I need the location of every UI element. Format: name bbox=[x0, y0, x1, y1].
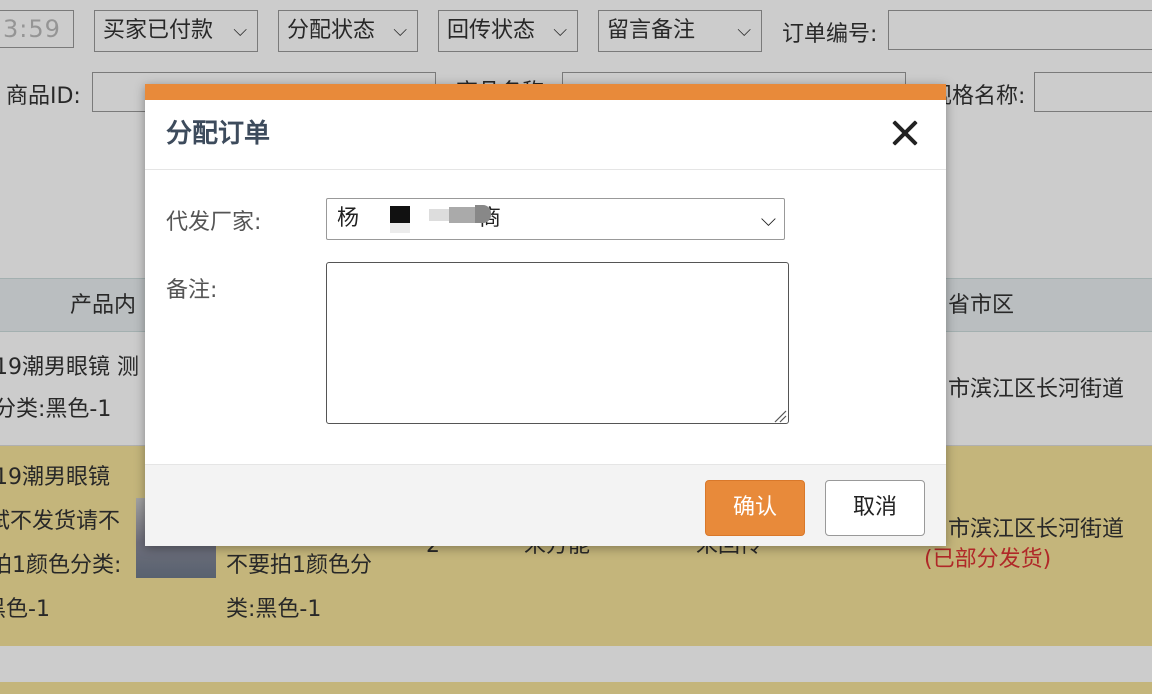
chevron-down-icon: ⌵ bbox=[760, 207, 776, 231]
manufacturer-label: 代发厂家: bbox=[166, 210, 262, 235]
resize-grip-icon[interactable] bbox=[773, 408, 787, 423]
redaction-mask bbox=[475, 205, 491, 223]
manufacturer-select[interactable]: 杨商 ⌵ bbox=[326, 198, 785, 240]
close-icon[interactable] bbox=[886, 114, 924, 152]
dialog-footer: 确认 取消 bbox=[145, 464, 946, 546]
redaction-mask bbox=[390, 206, 410, 223]
dialog-title: 分配订单 bbox=[166, 119, 271, 149]
assign-order-dialog: 分配订单 代发厂家: 杨商 ⌵ 备注: 确认 取消 bbox=[145, 84, 946, 546]
cancel-button[interactable]: 取消 bbox=[825, 480, 925, 536]
redaction-mask bbox=[449, 207, 475, 223]
dialog-accent-bar bbox=[145, 84, 946, 100]
dialog-header: 分配订单 bbox=[145, 100, 946, 170]
remark-label: 备注: bbox=[166, 278, 218, 303]
remark-textarea[interactable] bbox=[326, 262, 789, 424]
redaction-mask bbox=[429, 209, 449, 221]
confirm-button[interactable]: 确认 bbox=[705, 480, 805, 536]
redaction-mask bbox=[390, 223, 410, 233]
